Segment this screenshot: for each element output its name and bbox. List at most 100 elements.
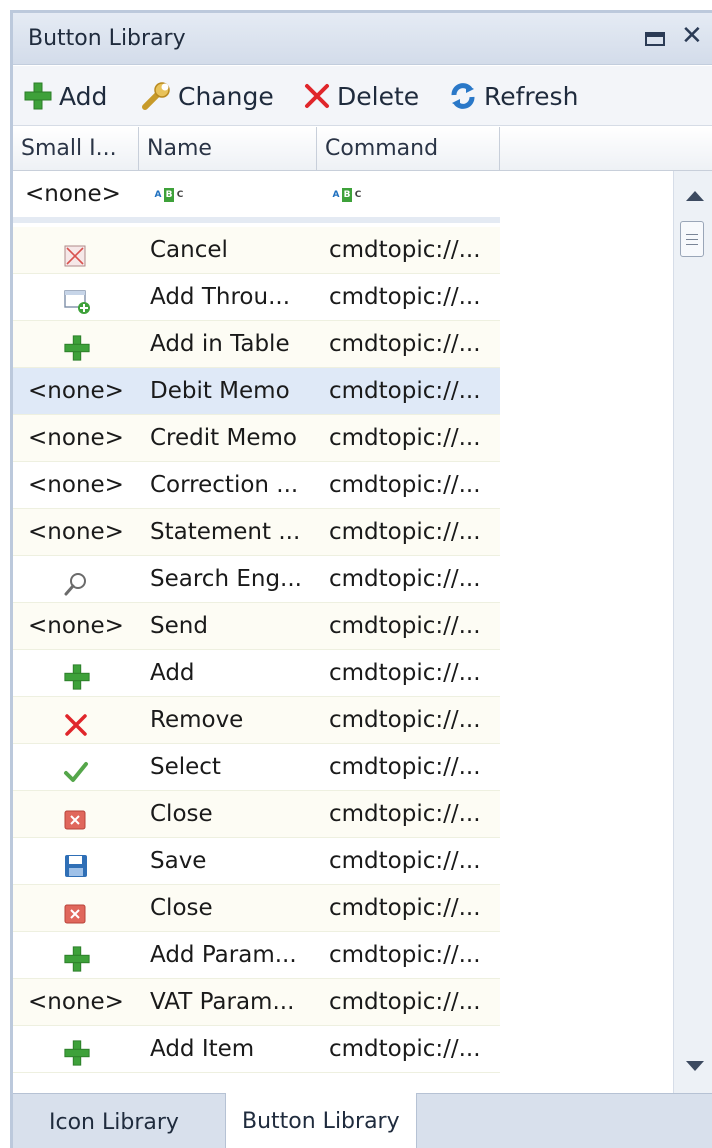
row-name: Credit Memo: [150, 425, 297, 451]
row-small-image: [13, 650, 139, 697]
change-button-label: Change: [178, 81, 274, 111]
row-name: Add Item: [150, 1036, 255, 1062]
column-header-command[interactable]: Command: [317, 127, 500, 171]
panel-title: Button Library: [28, 26, 186, 51]
refresh-icon: [451, 83, 475, 109]
scroll-thumb[interactable]: [680, 221, 704, 257]
restore-icon[interactable]: [645, 32, 665, 46]
filter-image-value: <none>: [25, 181, 121, 207]
table-row[interactable]: Add Item cmdtopic://...: [13, 1026, 500, 1073]
magnifier-icon: [63, 567, 89, 603]
row-name: Statement ...: [150, 519, 301, 545]
table-row[interactable]: Add Param... cmdtopic://...: [13, 932, 500, 979]
row-name: Close: [150, 895, 213, 921]
row-small-image: <none>: [28, 378, 124, 404]
table-row[interactable]: Remove cmdtopic://...: [13, 697, 500, 744]
row-command: cmdtopic://...: [329, 660, 481, 686]
red-x-icon: [63, 708, 89, 744]
checkmark-icon: [63, 755, 89, 791]
row-command: cmdtopic://...: [329, 895, 481, 921]
row-name: Save: [150, 848, 207, 874]
floppy-disk-icon: [63, 849, 89, 885]
refresh-button-label: Refresh: [484, 81, 579, 111]
row-small-image: [13, 932, 139, 979]
close-box-icon: [63, 896, 87, 932]
row-name: Cancel: [150, 237, 228, 263]
vertical-scrollbar[interactable]: [673, 171, 712, 1093]
row-name: Add in Table: [150, 331, 290, 357]
plus-icon: [63, 661, 91, 697]
add-through-icon: [63, 285, 91, 321]
tab-button-library[interactable]: Button Library: [225, 1093, 417, 1148]
row-small-image: <none>: [28, 989, 124, 1015]
row-name: Correction ...: [150, 472, 299, 498]
table-row[interactable]: Cancel cmdtopic://...: [13, 227, 500, 274]
row-name: Send: [150, 613, 208, 639]
table-row[interactable]: <none> Debit Memo cmdtopic://...: [13, 368, 500, 415]
row-command: cmdtopic://...: [329, 613, 481, 639]
row-small-image: <none>: [28, 519, 124, 545]
table-row[interactable]: Add in Table cmdtopic://...: [13, 321, 500, 368]
row-small-image: [13, 744, 139, 791]
add-button-label: Add: [59, 81, 108, 111]
row-name: Add Param...: [150, 942, 297, 968]
row-name: Add Throu...: [150, 284, 290, 310]
plus-icon: [63, 1037, 91, 1073]
table-row[interactable]: Add cmdtopic://...: [13, 650, 500, 697]
toolbar: Add Change Delete Refresh: [13, 66, 712, 126]
scroll-up-icon[interactable]: [686, 191, 704, 201]
table-row[interactable]: Close cmdtopic://...: [13, 791, 500, 838]
row-command: cmdtopic://...: [329, 331, 481, 357]
table-row[interactable]: <none> Correction ... cmdtopic://...: [13, 462, 500, 509]
row-small-image: [13, 697, 139, 744]
delete-button[interactable]: Delete: [303, 76, 419, 116]
row-small-image: [13, 227, 139, 274]
row-small-image: [13, 838, 139, 885]
table-row[interactable]: Save cmdtopic://...: [13, 838, 500, 885]
text-filter-icon[interactable]: ABC: [153, 188, 185, 202]
delete-icon: [305, 84, 329, 108]
refresh-button[interactable]: Refresh: [448, 76, 578, 116]
filter-separator: [13, 217, 500, 223]
column-header-small-image[interactable]: Small I...: [13, 127, 139, 171]
tab-icon-library[interactable]: Icon Library: [33, 1094, 195, 1148]
filter-row[interactable]: <none> ABC ABC: [13, 171, 500, 223]
row-command: cmdtopic://...: [329, 1036, 481, 1062]
delete-button-label: Delete: [337, 81, 420, 111]
row-name: Select: [150, 754, 221, 780]
close-panel-icon[interactable]: ✕: [681, 21, 703, 51]
table-row[interactable]: <none> Credit Memo cmdtopic://...: [13, 415, 500, 462]
row-small-image: <none>: [28, 472, 124, 498]
table-row[interactable]: Search Eng... cmdtopic://...: [13, 556, 500, 603]
bottom-tab-strip: Icon Library Button Library: [13, 1093, 712, 1148]
plus-icon: [63, 332, 91, 368]
table-row[interactable]: Close cmdtopic://...: [13, 885, 500, 932]
row-small-image: [13, 556, 139, 603]
add-button[interactable]: Add: [23, 76, 107, 116]
scroll-down-icon[interactable]: [686, 1061, 704, 1071]
wrench-icon: [142, 82, 170, 110]
button-library-panel: Button Library ✕ Add Change Delete Refre…: [10, 10, 712, 1148]
cancel-icon: [63, 238, 87, 274]
plus-icon: [63, 943, 91, 979]
plus-icon: [24, 82, 52, 110]
close-box-icon: [63, 802, 87, 838]
row-command: cmdtopic://...: [329, 237, 481, 263]
table-row[interactable]: <none> Statement ... cmdtopic://...: [13, 509, 500, 556]
text-filter-icon[interactable]: ABC: [331, 188, 363, 202]
column-header-name[interactable]: Name: [139, 127, 317, 171]
table-row[interactable]: <none> VAT Param... cmdtopic://...: [13, 979, 500, 1026]
row-name: Close: [150, 801, 213, 827]
table-row[interactable]: Add Throu... cmdtopic://...: [13, 274, 500, 321]
row-command: cmdtopic://...: [329, 519, 481, 545]
change-button[interactable]: Change: [140, 76, 274, 116]
row-command: cmdtopic://...: [329, 472, 481, 498]
row-small-image: [13, 274, 139, 321]
table-row[interactable]: <none> Send cmdtopic://...: [13, 603, 500, 650]
row-small-image: [13, 791, 139, 838]
column-headers: Small I... Name Command: [13, 127, 712, 171]
table-row[interactable]: Select cmdtopic://...: [13, 744, 500, 791]
row-name: Debit Memo: [150, 378, 290, 404]
panel-titlebar: Button Library ✕: [13, 13, 712, 65]
row-name: Search Eng...: [150, 566, 302, 592]
